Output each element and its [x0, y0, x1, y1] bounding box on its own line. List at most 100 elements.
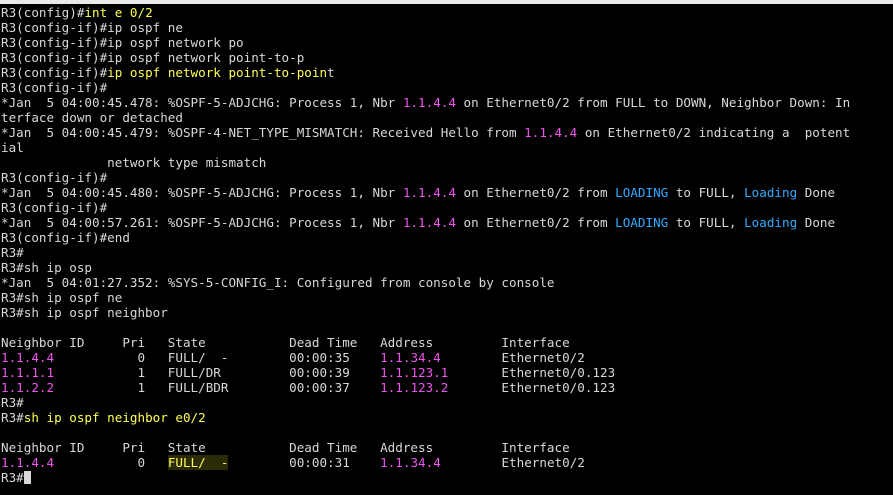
terminal-text: R3(config-if)#: [1, 200, 108, 215]
terminal-text: *Jan 5 04:00:45.478: %OSPF-5-ADJCHG: Pro…: [1, 95, 403, 110]
terminal-text: *Jan 5 04:00:45.479: %OSPF-4-NET_TYPE_MI…: [1, 125, 525, 140]
terminal-output: R3(config)#int e 0/2 R3(config-if)#ip osp…: [1, 5, 893, 485]
terminal-line: R3#: [1, 245, 893, 260]
terminal-text: 1 FULL/BDR 00:00:37: [54, 380, 381, 395]
terminal-text: R3(config-if)#: [1, 170, 108, 185]
terminal-text: 1 FULL/DR 00:00:39: [54, 365, 381, 380]
terminal-text: 0 FULL/ - 00:00:35: [54, 350, 381, 365]
terminal-text: R3#: [1, 470, 24, 485]
terminal-text: 1.1.4.4: [1, 455, 55, 470]
terminal-text: int e 0/2: [84, 5, 153, 20]
terminal-text: R3#sh ip ospf ne: [1, 290, 123, 305]
terminal-line: R3(config-if)#ip ospf network point-to-p: [1, 50, 893, 65]
terminal-text: 1.1.4.4: [402, 185, 456, 200]
terminal-line: terface down or detached: [1, 110, 893, 125]
terminal-window[interactable]: R3(config)#int e 0/2 R3(config-if)#ip osp…: [0, 0, 893, 495]
terminal-text: 1.1.1.1: [1, 365, 55, 380]
terminal-text: Neighbor ID Pri State Dead Time Address …: [1, 440, 570, 455]
terminal-text: Ethernet0/2: [440, 350, 585, 365]
terminal-cursor[interactable]: [23, 471, 31, 484]
terminal-text: Ethernet0/0.123: [448, 380, 616, 395]
terminal-text: 1.1.4.4: [1, 350, 55, 365]
terminal-line: 1.1.1.1 1 FULL/DR 00:00:39 1.1.123.1 Eth…: [1, 365, 893, 380]
terminal-text: Done: [797, 185, 836, 200]
terminal-text: ial: [1, 140, 24, 155]
terminal-text: 1.1.4.4: [402, 215, 456, 230]
terminal-line: *Jan 5 04:00:57.261: %OSPF-5-ADJCHG: Pro…: [1, 215, 893, 230]
terminal-text: 1.1.4.4: [524, 125, 578, 140]
terminal-line: *Jan 5 04:00:45.479: %OSPF-4-NET_TYPE_MI…: [1, 125, 893, 140]
terminal-text: 1.1.34.4: [380, 350, 441, 365]
terminal-line: 1.1.4.4 0 FULL/ - 00:00:31 1.1.34.4 Ethe…: [1, 455, 893, 470]
terminal-line: R3#sh ip ospf ne: [1, 290, 893, 305]
terminal-line: Neighbor ID Pri State Dead Time Address …: [1, 440, 893, 455]
terminal-text: R3(config-if)#ip ospf network po: [1, 35, 244, 50]
terminal-text: Done: [797, 215, 836, 230]
terminal-text: R3(config-if)#: [1, 80, 108, 95]
terminal-line: R3(config-if)#ip ospf network point-to-p…: [1, 65, 893, 80]
terminal-text: on Ethernet0/2 from FULL to DOWN, Neighb…: [455, 95, 851, 110]
terminal-line: 1.1.4.4 0 FULL/ - 00:00:35 1.1.34.4 Ethe…: [1, 350, 893, 365]
terminal-line: R3#sh ip osp: [1, 260, 893, 275]
terminal-line: R3(config-if)#ip ospf ne: [1, 20, 893, 35]
terminal-line: R3(config-if)#end: [1, 230, 893, 245]
terminal-text: Loading: [744, 215, 798, 230]
terminal-text: 1.1.34.4: [380, 455, 441, 470]
terminal-text: R3(config-if)#: [1, 65, 108, 80]
terminal-text: R3(config-if)#ip ospf ne: [1, 20, 183, 35]
window-top-edge: [0, 0, 893, 4]
terminal-text: LOADING: [615, 215, 669, 230]
terminal-text: R3#: [1, 395, 24, 410]
terminal-line: Neighbor ID Pri State Dead Time Address …: [1, 335, 893, 350]
terminal-text: FULL/ -: [167, 455, 229, 470]
terminal-text: terface down or detached: [1, 110, 183, 125]
terminal-text: ip ospf network point-to-poin: [107, 65, 328, 80]
terminal-text: to FULL,: [668, 215, 745, 230]
terminal-line: ial: [1, 140, 893, 155]
terminal-text: R3(config)#: [1, 5, 85, 20]
terminal-text: 1.1.2.2: [1, 380, 55, 395]
terminal-text: 1.1.123.2: [380, 380, 449, 395]
terminal-text: *Jan 5 04:01:27.352: %SYS-5-CONFIG_I: Co…: [1, 275, 555, 290]
terminal-text: 0: [54, 455, 168, 470]
terminal-line: 1.1.2.2 1 FULL/BDR 00:00:37 1.1.123.2 Et…: [1, 380, 893, 395]
terminal-text: R3#sh ip osp: [1, 260, 92, 275]
terminal-text: t: [327, 65, 335, 80]
terminal-text: on Ethernet0/2 indicating a potent: [577, 125, 851, 140]
terminal-text: R3(config-if)#end: [1, 230, 130, 245]
terminal-line: *Jan 5 04:01:27.352: %SYS-5-CONFIG_I: Co…: [1, 275, 893, 290]
terminal-line: R3(config)#int e 0/2: [1, 5, 893, 20]
terminal-text: 1.1.123.1: [380, 365, 449, 380]
terminal-text: Neighbor ID Pri State Dead Time Address …: [1, 335, 570, 350]
terminal-text: R3(config-if)#ip ospf network point-to-p: [1, 50, 305, 65]
terminal-text: LOADING: [615, 185, 669, 200]
terminal-line: R3(config-if)#ip ospf network po: [1, 35, 893, 50]
terminal-text: R3#sh ip ospf neighbor: [1, 305, 168, 320]
terminal-text: network type mismatch: [1, 155, 267, 170]
terminal-text: 00:00:31: [228, 455, 381, 470]
terminal-line: R3(config-if)#: [1, 170, 893, 185]
terminal-text: sh ip ospf neighbor e0/2: [23, 410, 206, 425]
terminal-text: Ethernet0/0.123: [448, 365, 616, 380]
terminal-text: 1.1.4.4: [402, 95, 456, 110]
terminal-line: R3(config-if)#: [1, 80, 893, 95]
terminal-line: R3#: [1, 395, 893, 410]
terminal-text: *Jan 5 04:00:57.261: %OSPF-5-ADJCHG: Pro…: [1, 215, 403, 230]
terminal-text: to FULL,: [668, 185, 745, 200]
terminal-line: R3#: [1, 470, 893, 485]
terminal-line: *Jan 5 04:00:45.478: %OSPF-5-ADJCHG: Pro…: [1, 95, 893, 110]
terminal-line: R3#sh ip ospf neighbor e0/2: [1, 410, 893, 425]
terminal-line: network type mismatch: [1, 155, 893, 170]
terminal-text: on Ethernet0/2 from: [455, 215, 616, 230]
terminal-line: R3(config-if)#: [1, 200, 893, 215]
terminal-line: *Jan 5 04:00:45.480: %OSPF-5-ADJCHG: Pro…: [1, 185, 893, 200]
terminal-text: on Ethernet0/2 from: [455, 185, 616, 200]
terminal-text: Loading: [744, 185, 798, 200]
terminal-text: R3#: [1, 410, 24, 425]
terminal-text: R3#: [1, 245, 24, 260]
terminal-text: Ethernet0/2: [440, 455, 585, 470]
terminal-text: *Jan 5 04:00:45.480: %OSPF-5-ADJCHG: Pro…: [1, 185, 403, 200]
terminal-line: R3#sh ip ospf neighbor: [1, 305, 893, 320]
